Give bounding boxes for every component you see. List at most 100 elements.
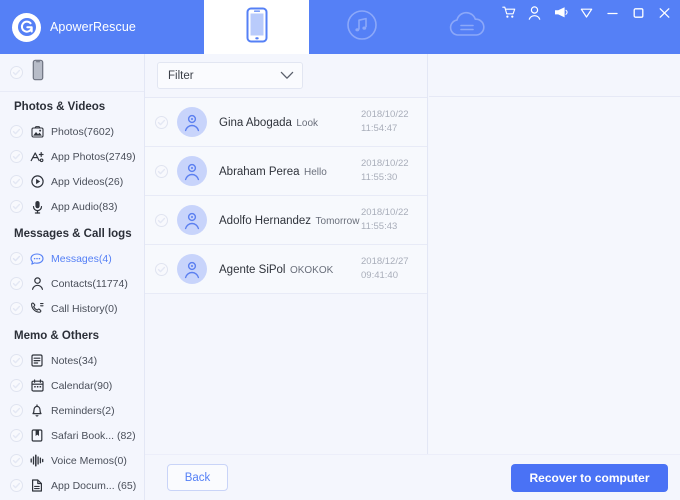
sidebar-item-app-documents[interactable]: App Docum... (65) bbox=[0, 473, 144, 498]
brand: ApowerRescue bbox=[0, 0, 204, 54]
message-timestamp: 2018/10/22 11:55:30 bbox=[361, 157, 419, 185]
message-checkbox[interactable] bbox=[155, 262, 168, 276]
sidebar-item-label: Calendar(90) bbox=[51, 379, 113, 392]
message-text: Abraham Perea Hello bbox=[219, 162, 361, 180]
sidebar-group-title: Memo & Others bbox=[14, 330, 99, 342]
message-row[interactable]: Gina Abogada Look 2018/10/22 11:54:47 bbox=[145, 98, 427, 147]
item-checkbox[interactable] bbox=[10, 354, 23, 367]
sidebar-item-notes[interactable]: Notes(34) bbox=[0, 348, 144, 373]
message-detail-pane bbox=[429, 54, 680, 500]
sidebar-item-app-audio[interactable]: App Audio(83) bbox=[0, 194, 144, 219]
item-checkbox[interactable] bbox=[10, 454, 23, 467]
sidebar-item-label: Safari Book... (82) bbox=[51, 429, 136, 442]
brand-name: ApowerRescue bbox=[50, 20, 136, 34]
item-checkbox[interactable] bbox=[10, 125, 23, 138]
microphone-icon bbox=[30, 200, 44, 214]
message-checkbox[interactable] bbox=[155, 164, 168, 178]
detail-content bbox=[429, 97, 680, 500]
shopping-cart-icon[interactable] bbox=[501, 5, 516, 20]
sidebar-item-app-photos[interactable]: App Photos(2749) bbox=[0, 144, 144, 169]
item-checkbox[interactable] bbox=[10, 175, 23, 188]
minimize-icon[interactable] bbox=[605, 5, 620, 20]
message-date: 2018/10/22 bbox=[361, 109, 409, 120]
app-window: ApowerRescue Photos & Videos Photos(7602… bbox=[0, 0, 680, 500]
message-date: 2018/12/27 bbox=[361, 256, 409, 267]
message-text: Gina Abogada Look bbox=[219, 113, 361, 131]
back-button[interactable]: Back bbox=[167, 464, 228, 491]
person-avatar-icon bbox=[177, 156, 207, 186]
detail-toolbar bbox=[429, 54, 680, 97]
item-checkbox[interactable] bbox=[10, 379, 23, 392]
message-sender: Abraham Perea bbox=[219, 166, 300, 178]
sidebar-item-voice-memos[interactable]: Voice Memos(0) bbox=[0, 448, 144, 473]
iphone-device-icon bbox=[244, 6, 270, 49]
sidebar-item-safari-bookmarks[interactable]: Safari Book... (82) bbox=[0, 423, 144, 448]
message-checkbox[interactable] bbox=[155, 213, 168, 227]
message-checkbox[interactable] bbox=[155, 115, 168, 129]
item-checkbox[interactable] bbox=[10, 429, 23, 442]
sidebar-device-row[interactable] bbox=[0, 54, 144, 92]
close-icon[interactable] bbox=[657, 5, 672, 20]
person-avatar-icon bbox=[177, 254, 207, 284]
photo-icon bbox=[30, 125, 44, 139]
sidebar-item-photos[interactable]: Photos(7602) bbox=[0, 119, 144, 144]
message-row[interactable]: Agente SiPol OKOKOK 2018/12/27 09:41:40 bbox=[145, 245, 427, 294]
message-timestamp: 2018/10/22 11:55:43 bbox=[361, 206, 419, 234]
message-date: 2018/10/22 bbox=[361, 158, 409, 169]
item-checkbox[interactable] bbox=[10, 479, 23, 492]
sidebar-item-label: Messages(4) bbox=[51, 252, 112, 265]
item-checkbox[interactable] bbox=[10, 302, 23, 315]
message-row[interactable]: Adolfo Hernandez Tomorrow 2018/10/22 11:… bbox=[145, 196, 427, 245]
footer-bar: Back Recover to computer bbox=[145, 454, 680, 500]
sidebar-group-title: Messages & Call logs bbox=[14, 228, 132, 240]
document-icon bbox=[30, 479, 44, 493]
chevron-down-triangle-icon[interactable] bbox=[579, 5, 594, 20]
sidebar-item-app-videos[interactable]: App Videos(26) bbox=[0, 169, 144, 194]
message-text: Agente SiPol OKOKOK bbox=[219, 260, 361, 278]
message-time: 11:54:47 bbox=[361, 123, 398, 134]
message-bubble-icon bbox=[30, 252, 44, 266]
sidebar-item-label: Voice Memos(0) bbox=[51, 454, 127, 467]
bell-icon bbox=[30, 404, 44, 418]
tab-itunes[interactable] bbox=[309, 0, 414, 54]
sidebar-item-label: Call History(0) bbox=[51, 302, 118, 315]
phone-call-icon bbox=[30, 302, 44, 316]
sidebar-item-messages[interactable]: Messages(4) bbox=[0, 246, 144, 271]
sidebar-item-reminders[interactable]: Reminders(2) bbox=[0, 398, 144, 423]
contact-person-icon bbox=[30, 277, 44, 291]
bookmark-icon bbox=[30, 429, 44, 443]
tab-device[interactable] bbox=[204, 0, 309, 54]
message-row[interactable]: Abraham Perea Hello 2018/10/22 11:55:30 bbox=[145, 147, 427, 196]
sidebar-item-call-history[interactable]: Call History(0) bbox=[0, 296, 144, 321]
main-tabs bbox=[204, 0, 519, 54]
message-preview: Tomorrow bbox=[315, 216, 360, 227]
device-checkbox[interactable] bbox=[10, 66, 23, 79]
item-checkbox[interactable] bbox=[10, 277, 23, 290]
megaphone-icon[interactable] bbox=[553, 5, 568, 20]
sidebar-item-label: Photos(7602) bbox=[51, 125, 115, 138]
sidebar-item-contacts[interactable]: Contacts(11774) bbox=[0, 271, 144, 296]
message-list-pane: Filter Gina Abogada Look 2018/10/22 11:5… bbox=[145, 54, 428, 500]
message-preview: OKOKOK bbox=[289, 265, 334, 276]
recover-to-computer-button[interactable]: Recover to computer bbox=[511, 463, 668, 492]
message-time: 09:41:40 bbox=[361, 270, 398, 281]
sidebar: Photos & Videos Photos(7602) App Photos(… bbox=[0, 54, 145, 500]
item-checkbox[interactable] bbox=[10, 200, 23, 213]
item-checkbox[interactable] bbox=[10, 252, 23, 265]
maximize-icon[interactable] bbox=[631, 5, 646, 20]
message-preview: Hello bbox=[304, 167, 327, 178]
title-bar: ApowerRescue bbox=[0, 0, 680, 54]
message-preview: Look bbox=[296, 118, 319, 129]
music-note-circle-icon bbox=[346, 9, 378, 46]
item-checkbox[interactable] bbox=[10, 404, 23, 417]
waveform-icon bbox=[30, 454, 44, 468]
message-timestamp: 2018/12/27 09:41:40 bbox=[361, 255, 419, 283]
filter-dropdown[interactable]: Filter bbox=[157, 62, 303, 89]
message-date: 2018/10/22 bbox=[361, 207, 409, 218]
message-time: 11:55:30 bbox=[361, 172, 398, 183]
message-timestamp: 2018/10/22 11:54:47 bbox=[361, 108, 419, 136]
message-sender: Agente SiPol bbox=[219, 264, 286, 276]
sidebar-item-calendar[interactable]: Calendar(90) bbox=[0, 373, 144, 398]
user-account-icon[interactable] bbox=[527, 5, 542, 20]
item-checkbox[interactable] bbox=[10, 150, 23, 163]
